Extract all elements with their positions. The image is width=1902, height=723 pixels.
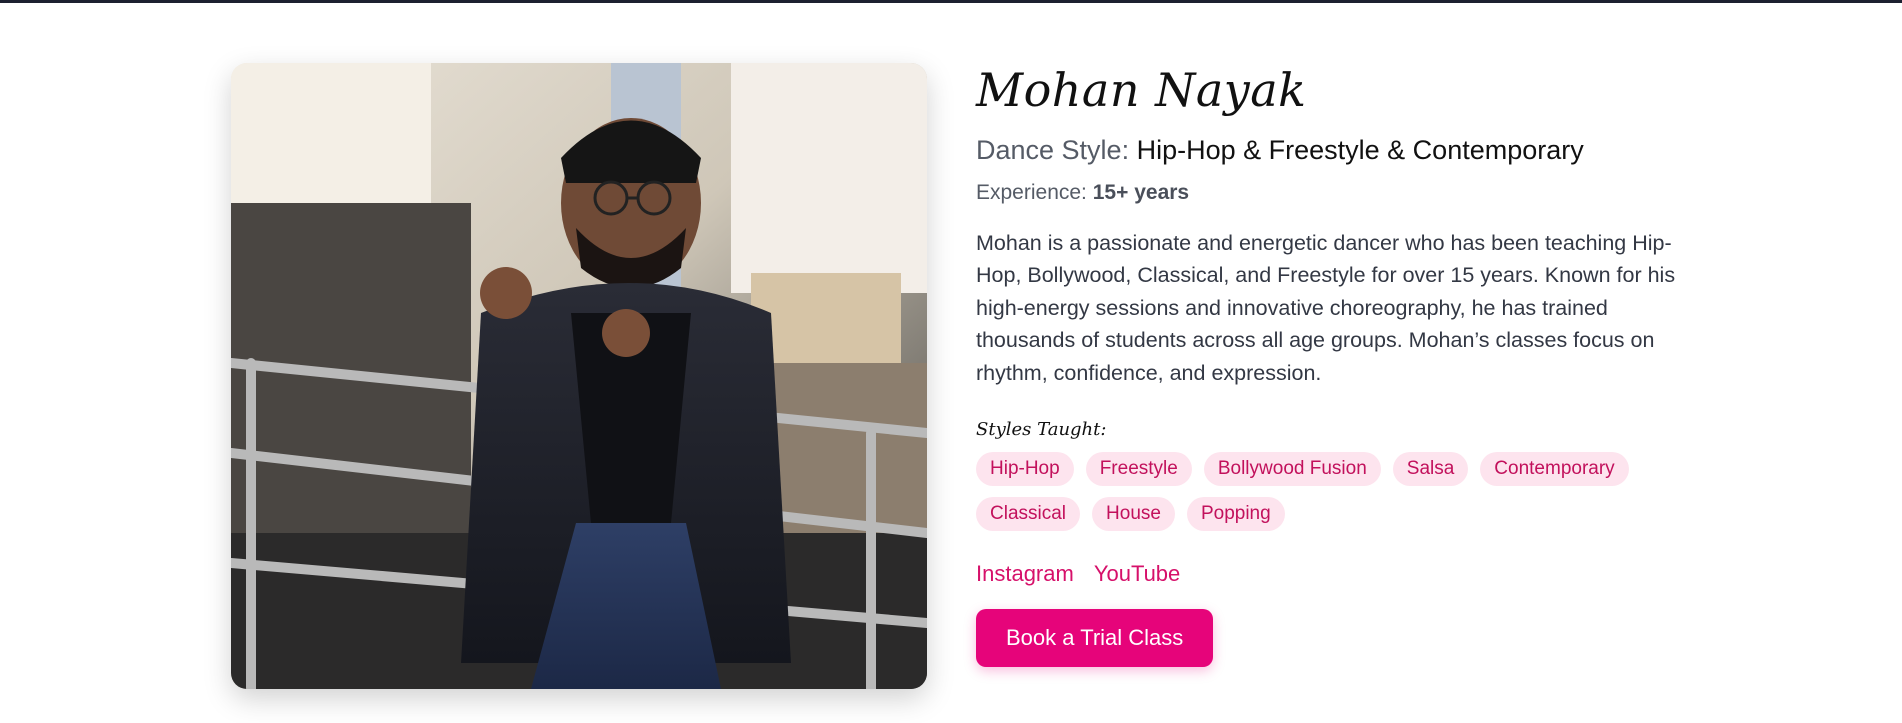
style-tag: Popping: [1186, 497, 1285, 532]
style-tag: House: [1092, 497, 1175, 532]
experience-label: Experience:: [976, 180, 1087, 204]
style-tag: Hip-Hop: [976, 452, 1074, 487]
youtube-link[interactable]: YouTube: [1094, 561, 1180, 587]
dance-style-value: Hip-Hop & Freestyle & Contemporary: [1136, 135, 1584, 166]
experience-value: 15+ years: [1092, 180, 1190, 204]
style-tag: Freestyle: [1085, 452, 1192, 487]
instagram-link[interactable]: Instagram: [976, 561, 1074, 587]
instructor-card: Mohan Nayak Dance Style: Hip-Hop & Frees…: [231, 63, 1676, 689]
experience-line: Experience: 15+ years: [976, 181, 1676, 205]
style-tag: Classical: [976, 497, 1081, 532]
social-links: Instagram YouTube: [976, 561, 1676, 587]
style-tag: Contemporary: [1480, 452, 1629, 487]
style-tag: Salsa: [1392, 452, 1469, 487]
styles-taught-heading: Styles Taught:: [976, 419, 1107, 441]
dance-style-line: Dance Style: Hip-Hop & Freestyle & Conte…: [976, 134, 1676, 166]
dance-style-label: Dance Style:: [976, 135, 1130, 166]
instructor-info: Mohan Nayak Dance Style: Hip-Hop & Frees…: [976, 63, 1676, 689]
instructor-bio: Mohan is a passionate and energetic danc…: [976, 230, 1676, 385]
top-border: [0, 0, 1902, 3]
instructor-photo: [231, 63, 927, 689]
book-trial-class-button[interactable]: Book a Trial Class: [976, 609, 1214, 668]
styles-tag-list: Hip-Hop Freestyle Bollywood Fusion Salsa…: [976, 452, 1676, 532]
style-tag: Bollywood Fusion: [1203, 452, 1381, 487]
instructor-name: Mohan Nayak: [976, 63, 1307, 117]
